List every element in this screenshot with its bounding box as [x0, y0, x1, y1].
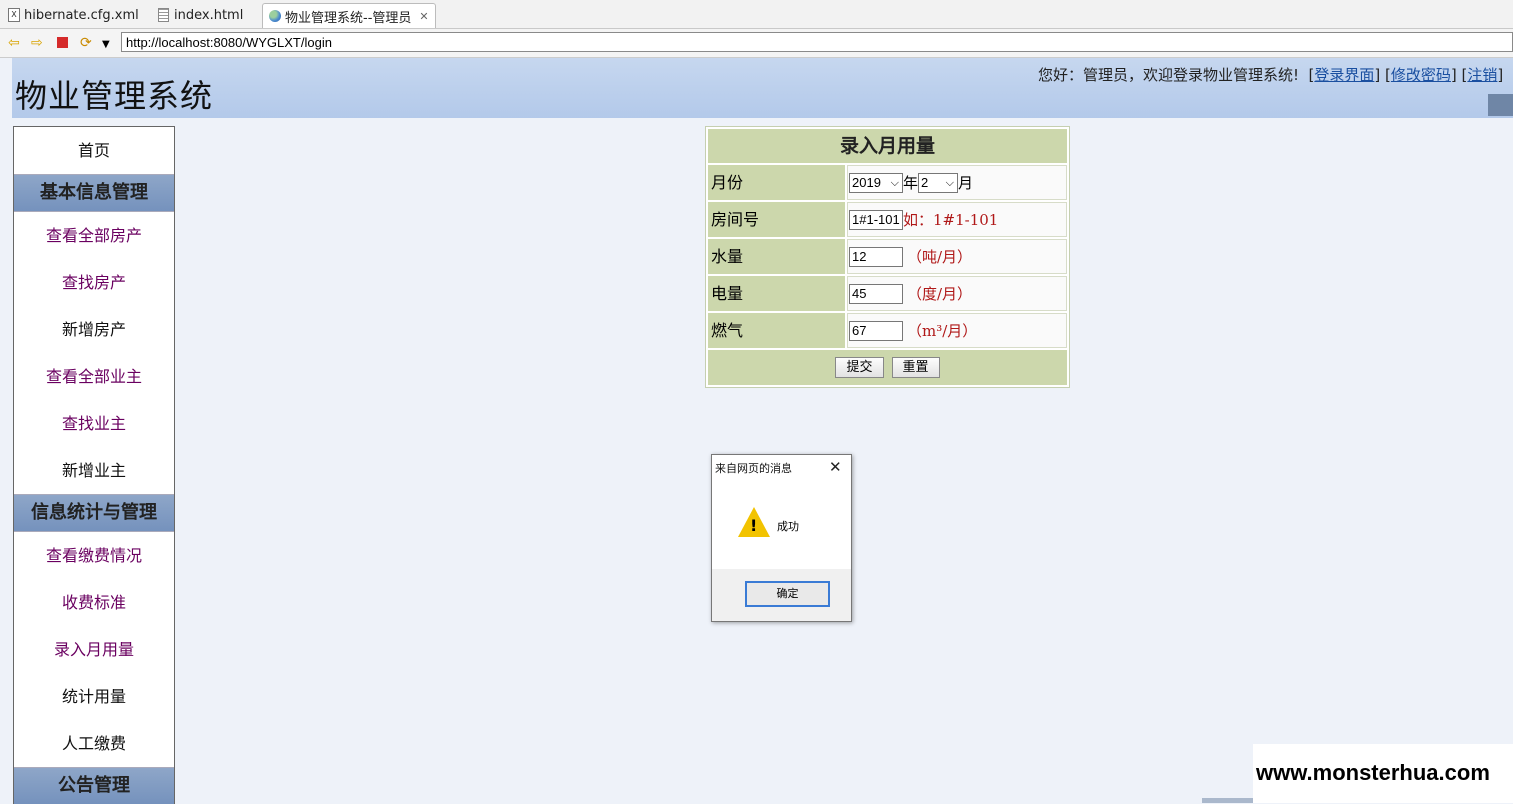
form-title: 录入月用量 — [708, 129, 1067, 163]
tab-hibernate-cfg[interactable]: X hibernate.cfg.xml — [0, 3, 139, 27]
globe-icon — [269, 10, 281, 22]
gas-unit: （m³/月） — [907, 322, 978, 340]
editor-tab-bar: X hibernate.cfg.xml index.html 物业管理系统--管… — [0, 0, 1513, 29]
sidebar-item-all-properties[interactable]: 查看全部房产 — [14, 212, 174, 259]
power-row: 电量 45 （度/月） — [708, 276, 1067, 311]
stop-icon[interactable] — [57, 37, 68, 48]
month-select[interactable]: 2 ⌵ — [918, 172, 959, 193]
html-file-icon — [158, 8, 169, 22]
room-hint: 如：1#1-101 — [903, 211, 999, 229]
power-input[interactable]: 45 — [849, 283, 903, 304]
power-label: 电量 — [708, 276, 845, 311]
header-button[interactable] — [1488, 94, 1513, 116]
power-unit: （度/月） — [907, 285, 973, 303]
gas-input[interactable]: 67 — [849, 320, 903, 341]
water-row: 水量 12 （吨/月） — [708, 239, 1067, 274]
year-suffix: 年 — [903, 174, 919, 192]
submit-button[interactable]: 提交 — [835, 357, 884, 378]
sidebar-item-fee-standard[interactable]: 收费标准 — [14, 579, 174, 626]
dialog-footer: 确定 — [712, 569, 851, 621]
browser-toolbar: ⇦ ⇨ ⟳ ▼ http://localhost:8080/WYGLXT/log… — [0, 29, 1513, 58]
tab-label: 物业管理系统--管理员 — [285, 10, 412, 26]
login-page-link[interactable]: 登录界面 — [1314, 66, 1374, 84]
chevron-down-icon: ⌵ — [945, 176, 955, 189]
water-input[interactable]: 12 — [849, 246, 903, 267]
year-select[interactable]: 2019 ⌵ — [849, 172, 903, 193]
forward-arrow-icon[interactable]: ⇨ — [31, 35, 43, 51]
tab-label: index.html — [174, 7, 244, 23]
ok-button[interactable]: 确定 — [745, 581, 830, 607]
water-label: 水量 — [708, 239, 845, 274]
greeting-text: 您好：管理员，欢迎登录物业管理系统! — [1038, 66, 1300, 84]
scrollbar-thumb[interactable] — [1202, 798, 1253, 803]
alert-dialog: 来自网页的消息 ✕ ! 成功 确定 — [711, 454, 852, 622]
room-label: 房间号 — [708, 202, 845, 237]
water-unit: （吨/月） — [907, 248, 973, 266]
sidebar-item-add-owner[interactable]: 新增业主 — [14, 447, 174, 494]
gas-label: 燃气 — [708, 313, 845, 348]
sidebar-section-statistics: 信息统计与管理 — [14, 494, 174, 532]
back-arrow-icon[interactable]: ⇦ — [8, 35, 20, 51]
sidebar-item-find-property[interactable]: 查找房产 — [14, 259, 174, 306]
month-suffix: 月 — [958, 174, 974, 192]
exclamation-icon: ! — [750, 516, 758, 535]
greeting-bar: 您好：管理员，欢迎登录物业管理系统! [登录界面] [修改密码] [注销] — [1038, 66, 1504, 84]
refresh-icon[interactable]: ⟳ — [80, 35, 92, 51]
reset-button[interactable]: 重置 — [891, 357, 940, 378]
site-title: 物业管理系统 — [15, 77, 214, 115]
close-tab-icon[interactable]: ✕ — [419, 10, 428, 23]
form-buttons: 提交 重置 — [708, 350, 1067, 385]
month-row: 月份 2019 ⌵ 年 2 ⌵ 月 — [708, 165, 1067, 200]
room-number-input[interactable]: 1#1-101 — [849, 209, 903, 230]
sidebar-item-home[interactable]: 首页 — [14, 127, 174, 174]
sidebar-item-manual-payment[interactable]: 人工缴费 — [14, 720, 174, 767]
watermark: www.monsterhua.com — [1253, 744, 1513, 803]
month-label: 月份 — [708, 165, 845, 200]
page-header: 物业管理系统 您好：管理员，欢迎登录物业管理系统! [登录界面] [修改密码] … — [12, 58, 1513, 118]
xml-file-icon: X — [8, 8, 20, 22]
room-row: 房间号 1#1-101 如：1#1-101 — [708, 202, 1067, 237]
sidebar-section-basic-info: 基本信息管理 — [14, 174, 174, 212]
dropdown-arrow-icon[interactable]: ▼ — [102, 37, 110, 53]
sidebar-item-enter-usage[interactable]: 录入月用量 — [14, 626, 174, 673]
tab-index-html[interactable]: index.html — [150, 3, 243, 27]
dialog-message: 成功 — [777, 520, 799, 533]
sidebar-item-payment-status[interactable]: 查看缴费情况 — [14, 532, 174, 579]
sidebar-section-announcements: 公告管理 — [14, 767, 174, 804]
tab-property-system[interactable]: 物业管理系统--管理员 ✕ — [262, 3, 436, 28]
logout-link[interactable]: 注销 — [1467, 66, 1497, 84]
watermark-text: www.monsterhua.com — [1256, 760, 1490, 785]
sidebar-item-usage-stats[interactable]: 统计用量 — [14, 673, 174, 720]
close-icon[interactable]: ✕ — [829, 458, 842, 476]
gas-row: 燃气 67 （m³/月） — [708, 313, 1067, 348]
chevron-down-icon: ⌵ — [890, 176, 899, 189]
sidebar: 首页 基本信息管理 查看全部房产 查找房产 新增房产 查看全部业主 查找业主 新… — [13, 126, 175, 804]
usage-entry-form: 录入月用量 月份 2019 ⌵ 年 2 ⌵ 月 房间号 1#1-101 如：1#1-… — [705, 126, 1070, 388]
sidebar-item-find-owner[interactable]: 查找业主 — [14, 400, 174, 447]
tab-label: hibernate.cfg.xml — [24, 7, 139, 23]
sidebar-item-add-property[interactable]: 新增房产 — [14, 306, 174, 353]
change-password-link[interactable]: 修改密码 — [1391, 66, 1451, 84]
dialog-title: 来自网页的消息 — [715, 462, 792, 475]
sidebar-item-all-owners[interactable]: 查看全部业主 — [14, 353, 174, 400]
url-input[interactable]: http://localhost:8080/WYGLXT/login — [121, 32, 1513, 52]
